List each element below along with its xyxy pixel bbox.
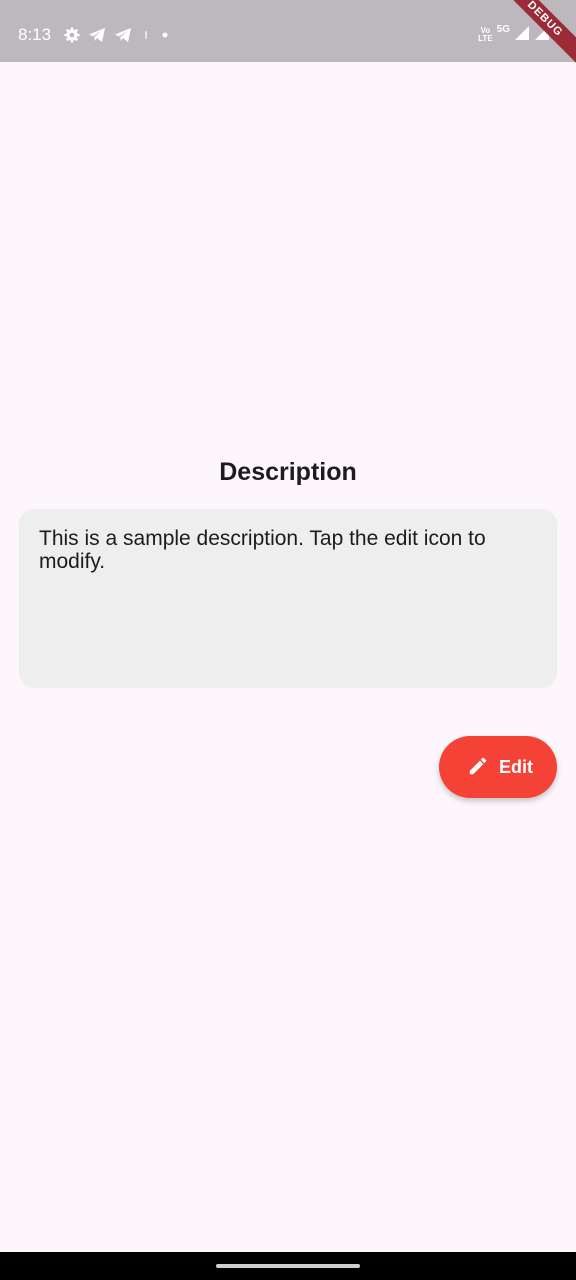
notification-icon [140, 27, 152, 43]
description-card: This is a sample description. Tap the ed… [19, 509, 557, 688]
page-title: Description [219, 458, 357, 486]
volte-indicator: Vo LTE [478, 27, 493, 43]
gear-icon [64, 27, 80, 43]
network-type: 5G [496, 24, 510, 35]
dot-icon [160, 27, 170, 43]
pencil-icon [467, 755, 489, 780]
volte-line2: LTE [478, 34, 493, 43]
telegram-icon [114, 27, 132, 43]
navigation-bar [0, 1252, 576, 1280]
edit-button-label: Edit [499, 756, 533, 777]
telegram-icon [88, 27, 106, 43]
status-bar: 8:13 Vo LTE 5G DEBUG [0, 0, 576, 72]
description-text: This is a sample description. Tap the ed… [39, 527, 486, 573]
status-icons-left [64, 25, 170, 45]
edit-button[interactable]: Edit [439, 736, 557, 798]
home-handle[interactable] [216, 1264, 360, 1268]
signal-icon [514, 25, 530, 46]
status-time: 8:13 [18, 25, 52, 44]
